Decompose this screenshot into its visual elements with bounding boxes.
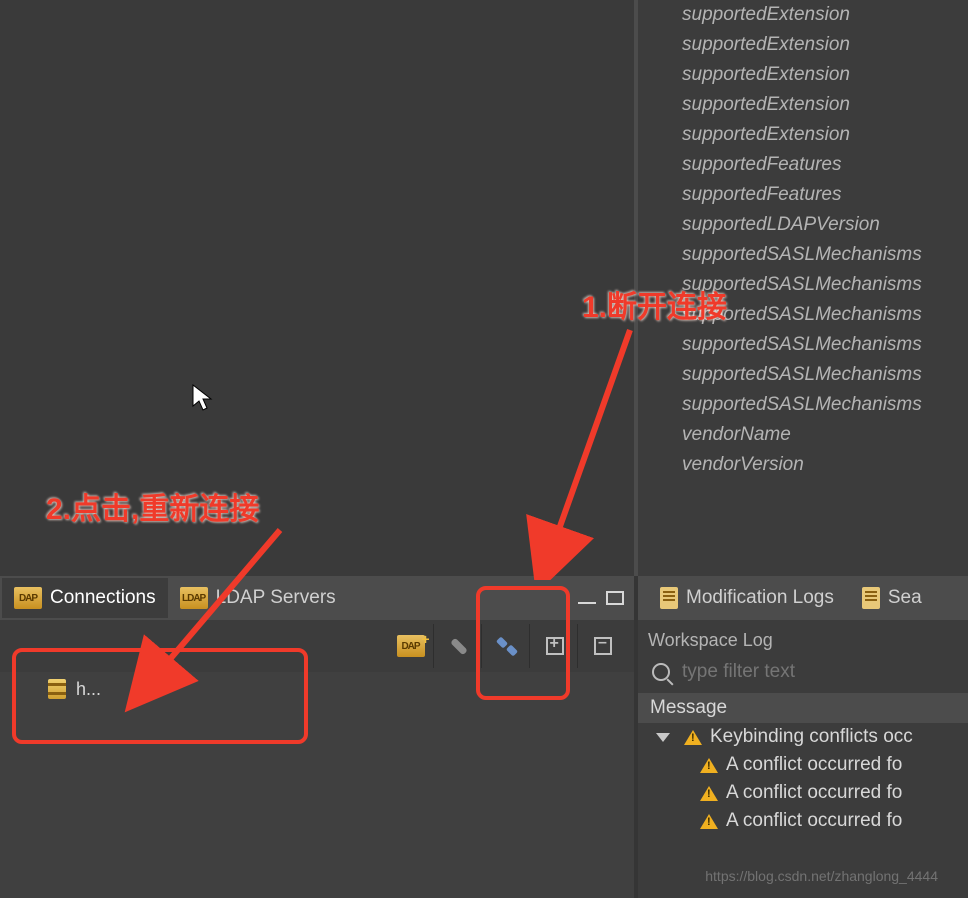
warning-icon xyxy=(700,786,718,801)
connect-button[interactable] xyxy=(436,624,482,668)
tab-label: Modification Logs xyxy=(686,587,834,609)
attribute-item[interactable]: supportedSASLMechanisms xyxy=(682,330,968,360)
connections-icon: DAP xyxy=(14,587,42,609)
attribute-item[interactable]: supportedExtension xyxy=(682,0,968,30)
attribute-item[interactable]: supportedExtension xyxy=(682,30,968,60)
log-item[interactable]: A conflict occurred fo xyxy=(638,779,968,807)
log-item[interactable]: A conflict occurred fo xyxy=(638,751,968,779)
attribute-item[interactable]: supportedExtension xyxy=(682,120,968,150)
attribute-item[interactable]: vendorVersion xyxy=(682,450,968,480)
logs-panel: Workspace Log Message Keybinding conflic… xyxy=(638,620,968,898)
attributes-panel: supportedExtension supportedExtension su… xyxy=(634,0,968,576)
search-tab-icon xyxy=(862,587,880,609)
log-text: A conflict occurred fo xyxy=(726,810,902,832)
disconnect-icon xyxy=(493,632,521,660)
attribute-item[interactable]: supportedSASLMechanisms xyxy=(682,270,968,300)
tab-label: Connections xyxy=(50,587,156,609)
message-list: Keybinding conflicts occ A conflict occu… xyxy=(638,723,968,835)
log-icon xyxy=(660,587,678,609)
new-ldap-icon: DAP+ xyxy=(397,635,425,657)
tab-label: Sea xyxy=(888,587,922,609)
disconnect-button[interactable] xyxy=(484,624,530,668)
log-text: A conflict occurred fo xyxy=(726,782,902,804)
plug-icon xyxy=(445,632,473,660)
attribute-item[interactable]: supportedLDAPVersion xyxy=(682,210,968,240)
connection-item[interactable]: h... xyxy=(0,672,634,706)
tab-modification-logs[interactable]: Modification Logs xyxy=(648,578,846,618)
search-icon xyxy=(652,663,670,681)
message-column-header[interactable]: Message xyxy=(638,693,968,723)
warning-icon xyxy=(684,730,702,745)
log-text: A conflict occurred fo xyxy=(726,754,902,776)
tab-ldap-servers[interactable]: LDAP LDAP Servers xyxy=(168,578,348,618)
connections-toolbar: DAP+ xyxy=(0,620,634,672)
log-item[interactable]: Keybinding conflicts occ xyxy=(638,723,968,751)
chevron-down-icon[interactable] xyxy=(656,733,670,742)
tab-bar-controls xyxy=(578,591,634,605)
tab-connections[interactable]: DAP Connections xyxy=(2,578,168,618)
connection-label: h... xyxy=(76,679,101,700)
ldap-servers-icon: LDAP xyxy=(180,587,208,609)
log-text: Keybinding conflicts occ xyxy=(710,726,913,748)
tab-label: LDAP Servers xyxy=(216,587,336,609)
warning-icon xyxy=(700,758,718,773)
collapse-all-button[interactable] xyxy=(580,624,626,668)
filter-row xyxy=(638,657,968,693)
attribute-item[interactable]: supportedFeatures xyxy=(682,180,968,210)
editor-area xyxy=(0,0,634,576)
maximize-view-button[interactable] xyxy=(606,591,624,605)
connection-icon xyxy=(48,679,66,699)
log-tab-bar: Modification Logs Sea xyxy=(638,576,968,620)
attribute-item[interactable]: supportedExtension xyxy=(682,90,968,120)
log-item[interactable]: A conflict occurred fo xyxy=(638,807,968,835)
attribute-item[interactable]: supportedSASLMechanisms xyxy=(682,390,968,420)
view-tab-bar: DAP Connections LDAP LDAP Servers xyxy=(0,576,634,620)
attribute-item[interactable]: supportedSASLMechanisms xyxy=(682,300,968,330)
attribute-item[interactable]: supportedSASLMechanisms xyxy=(682,360,968,390)
attribute-item[interactable]: vendorName xyxy=(682,420,968,450)
collapse-icon xyxy=(594,637,612,655)
attribute-item[interactable]: supportedFeatures xyxy=(682,150,968,180)
filter-input[interactable] xyxy=(682,661,922,683)
connections-list: h... xyxy=(0,672,634,898)
attribute-list: supportedExtension supportedExtension su… xyxy=(638,0,968,480)
minimize-view-button[interactable] xyxy=(578,592,596,604)
tab-search[interactable]: Sea xyxy=(850,578,934,618)
new-connection-button[interactable]: DAP+ xyxy=(388,624,434,668)
expand-icon xyxy=(546,637,564,655)
workspace-log-title: Workspace Log xyxy=(638,620,968,657)
attribute-item[interactable]: supportedExtension xyxy=(682,60,968,90)
attribute-item[interactable]: supportedSASLMechanisms xyxy=(682,240,968,270)
expand-all-button[interactable] xyxy=(532,624,578,668)
warning-icon xyxy=(700,814,718,829)
